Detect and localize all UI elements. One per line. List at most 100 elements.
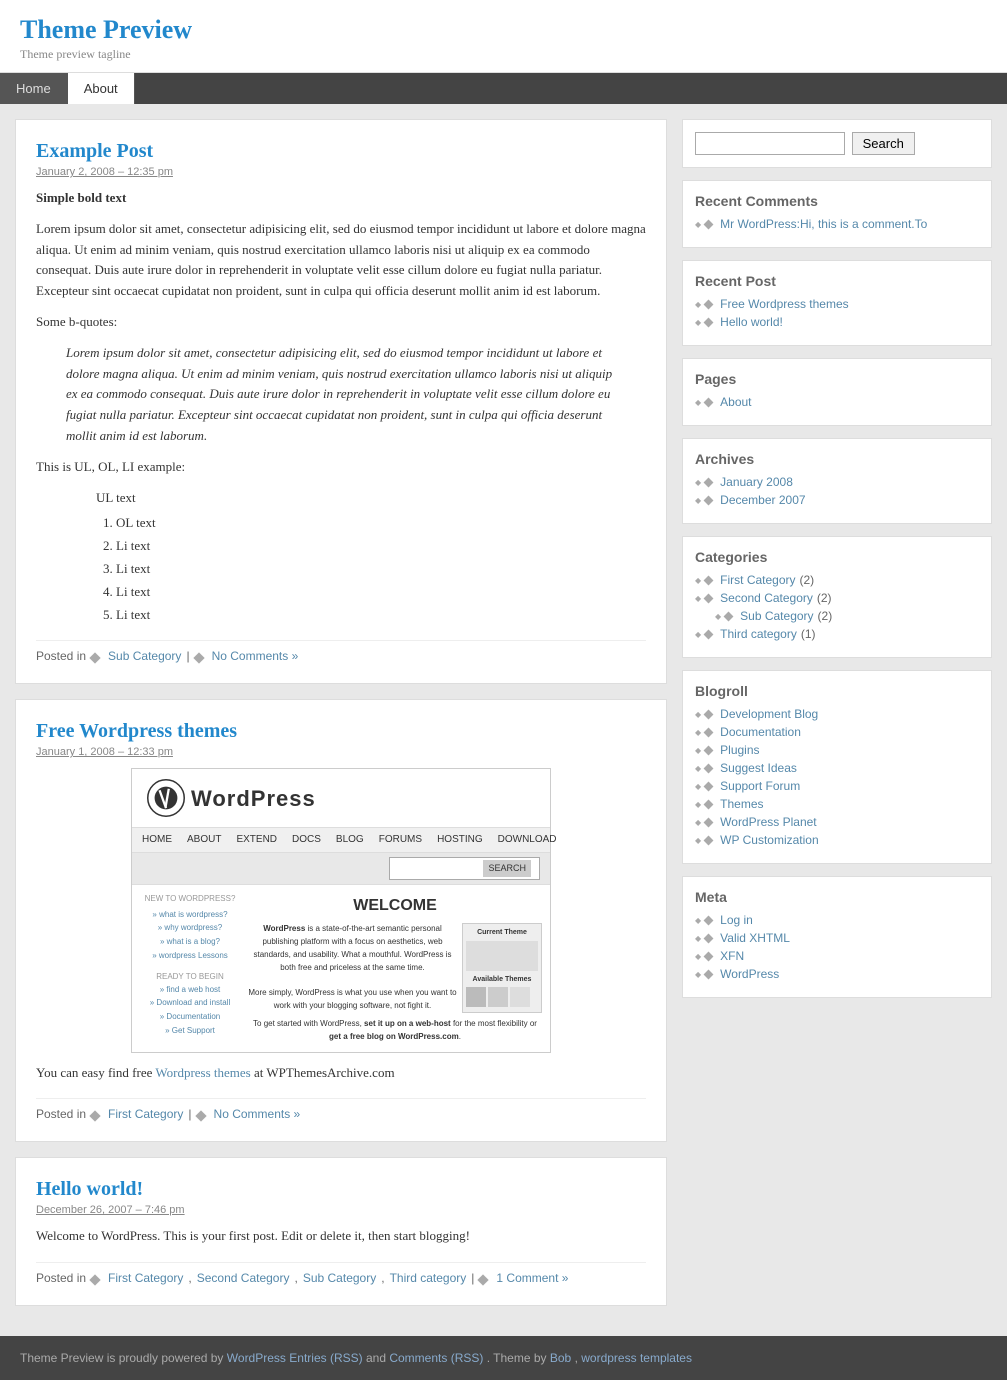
list-item: WP Customization — [695, 833, 979, 847]
bullet-icon — [704, 398, 714, 408]
category-count: (2) — [800, 573, 815, 587]
list-item: Development Blog — [695, 707, 979, 721]
sub-cat-link[interactable]: Sub Category — [303, 1271, 376, 1285]
list-item: Free Wordpress themes — [695, 297, 979, 311]
blogroll-link[interactable]: Support Forum — [720, 779, 800, 793]
wp-search-box — [398, 860, 478, 876]
comment-icon — [193, 652, 204, 663]
bullet-icon — [704, 478, 714, 488]
post-free-wordpress: Free Wordpress themes January 1, 2008 – … — [15, 699, 667, 1142]
sidebar: Search Recent Comments Mr WordPress:Hi, … — [682, 119, 992, 1321]
archive-link[interactable]: January 2008 — [720, 475, 793, 489]
category-count: (2) — [818, 609, 833, 623]
post-hello-world: Hello world! December 26, 2007 – 7:46 pm… — [15, 1157, 667, 1306]
list-item: Suggest Ideas — [695, 761, 979, 775]
subcategory-link[interactable]: Sub Category — [740, 609, 813, 623]
post-link-example[interactable]: Example Post — [36, 140, 153, 162]
category-link[interactable]: First Category — [720, 573, 795, 587]
bullet-icon — [704, 916, 714, 926]
list-item: Li text — [116, 536, 646, 557]
third-cat-link[interactable]: Third category — [390, 1271, 467, 1285]
wp-nav-item: DOCS — [292, 832, 321, 848]
list-item: WordPress — [695, 967, 979, 981]
post-category-link[interactable]: First Category — [108, 1107, 183, 1121]
bullet-icon — [704, 300, 714, 310]
list-item: WordPress Planet — [695, 815, 979, 829]
recent-comments-widget: Recent Comments Mr WordPress:Hi, this is… — [682, 180, 992, 248]
list-item: About — [695, 395, 979, 409]
footer-comma: , — [575, 1351, 578, 1365]
footer-templates-link[interactable]: wordpress templates — [581, 1351, 692, 1365]
separator: | — [471, 1271, 474, 1285]
blogroll-link[interactable]: Documentation — [720, 725, 801, 739]
meta-widget: Meta Log in Valid XHTML XFN WordPress — [682, 876, 992, 998]
meta-link[interactable]: Valid XHTML — [720, 931, 790, 945]
blogroll-link[interactable]: Themes — [720, 797, 763, 811]
category-count: (1) — [801, 627, 816, 641]
pages-widget: Pages About — [682, 358, 992, 426]
blogroll-link[interactable]: WordPress Planet — [720, 815, 817, 829]
blogroll-link[interactable]: WP Customization — [720, 833, 818, 847]
wp-nav-item: EXTEND — [236, 832, 277, 848]
recent-comment-link[interactable]: Mr WordPress:Hi, this is a comment.To — [720, 217, 927, 231]
post-paragraph: Lorem ipsum dolor sit amet, consectetur … — [36, 219, 646, 302]
footer-rss-link[interactable]: Entries (RSS) — [289, 1351, 362, 1365]
search-button[interactable]: Search — [852, 132, 915, 155]
post-footer-free-wp: Posted in First Category | No Comments » — [36, 1098, 646, 1121]
post-title-example: Example Post — [36, 140, 646, 163]
category-icon — [89, 1110, 100, 1121]
footer-wordpress-link[interactable]: WordPress — [227, 1351, 286, 1365]
footer-bob-link[interactable]: Bob — [550, 1351, 571, 1365]
meta-link[interactable]: WordPress — [720, 967, 779, 981]
post-date-hello: December 26, 2007 – 7:46 pm — [36, 1204, 646, 1216]
recent-post-widget: Recent Post Free Wordpress themes Hello … — [682, 260, 992, 346]
no-comments-link[interactable]: No Comments » — [214, 1107, 301, 1121]
site-title: Theme Preview — [20, 15, 987, 45]
nav-item-about[interactable]: About — [68, 73, 135, 104]
bullet-icon — [704, 594, 714, 604]
bullet-icon — [724, 612, 734, 622]
nav-item-home[interactable]: Home — [0, 73, 68, 104]
post-link-hello[interactable]: Hello world! — [36, 1178, 143, 1200]
bullet-icon — [704, 782, 714, 792]
second-cat-link[interactable]: Second Category — [197, 1271, 290, 1285]
separator: | — [188, 1107, 191, 1121]
post-category-link[interactable]: Sub Category — [108, 649, 181, 663]
footer-comments-rss-link[interactable]: Comments (RSS) — [389, 1351, 483, 1365]
bullet-icon — [704, 746, 714, 756]
archives-title: Archives — [695, 451, 979, 467]
recent-post-link[interactable]: Free Wordpress themes — [720, 297, 849, 311]
pages-title: Pages — [695, 371, 979, 387]
search-widget: Search — [682, 119, 992, 168]
category-link[interactable]: Second Category — [720, 591, 813, 605]
page-link[interactable]: About — [720, 395, 751, 409]
archive-link[interactable]: December 2007 — [720, 493, 805, 507]
nav-link-about[interactable]: About — [68, 73, 135, 104]
nav-link-home[interactable]: Home — [0, 73, 68, 104]
navigation: Home About — [0, 73, 1007, 104]
wp-nav-item: HOSTING — [437, 832, 483, 848]
category-count: (2) — [817, 591, 832, 605]
recent-post-link[interactable]: Hello world! — [720, 315, 783, 329]
comment-icon — [195, 1110, 206, 1121]
list-item: Hello world! — [695, 315, 979, 329]
wp-nav-item: DOWNLOAD — [498, 832, 557, 848]
archives-widget: Archives January 2008 December 2007 — [682, 438, 992, 524]
categories-title: Categories — [695, 549, 979, 565]
list-item: Log in — [695, 913, 979, 927]
wp-nav-item: HOME — [142, 832, 172, 848]
blogroll-link[interactable]: Suggest Ideas — [720, 761, 797, 775]
meta-link[interactable]: XFN — [720, 949, 744, 963]
blogroll-link[interactable]: Development Blog — [720, 707, 818, 721]
meta-link[interactable]: Log in — [720, 913, 753, 927]
no-comments-link[interactable]: No Comments » — [212, 649, 299, 663]
ul-example-label: This is UL, OL, LI example: — [36, 457, 646, 478]
blogroll-link[interactable]: Plugins — [720, 743, 759, 757]
wordpress-themes-link[interactable]: Wordpress themes — [155, 1065, 250, 1080]
first-cat-link[interactable]: First Category — [108, 1271, 183, 1285]
post-link-free-wp[interactable]: Free Wordpress themes — [36, 720, 237, 742]
search-input[interactable] — [695, 132, 845, 155]
category-link[interactable]: Third category — [720, 627, 797, 641]
comment-link[interactable]: 1 Comment » — [496, 1271, 568, 1285]
list-item: Li text — [116, 605, 646, 626]
